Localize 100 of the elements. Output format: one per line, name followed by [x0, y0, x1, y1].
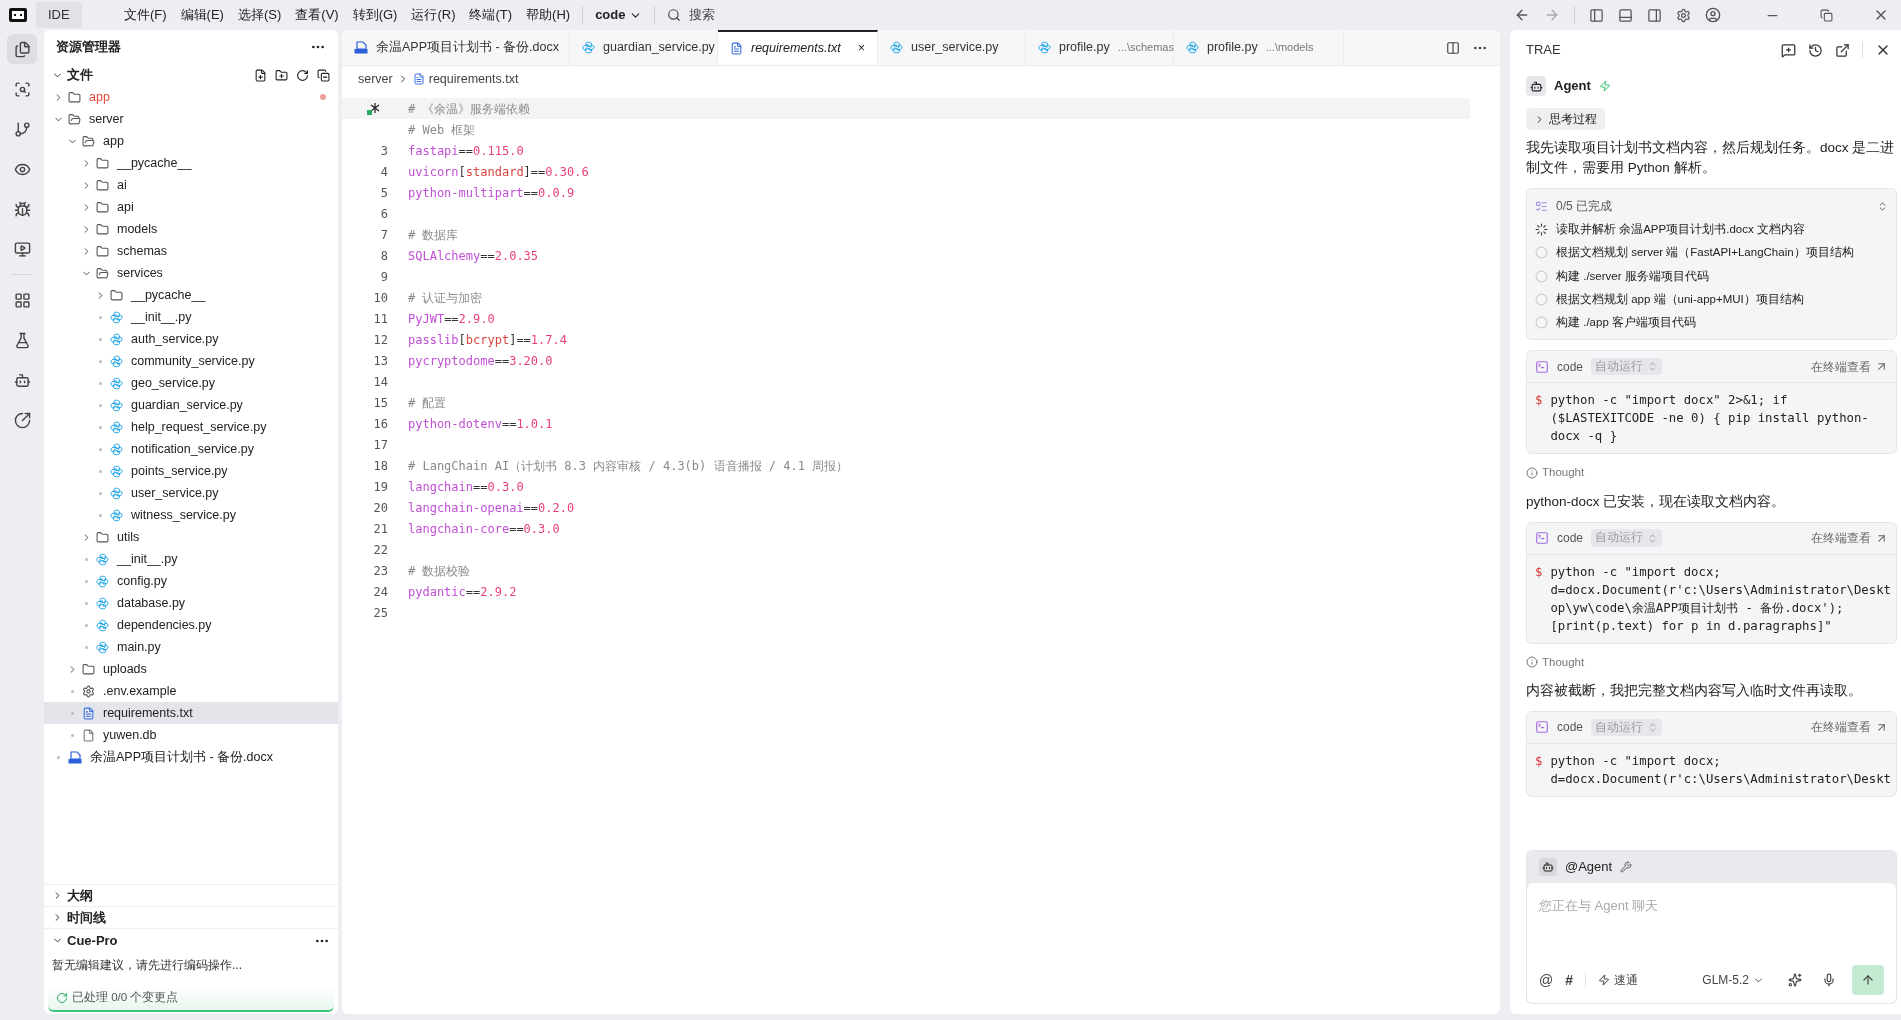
right-panel-icon[interactable]: [1647, 7, 1662, 23]
editor-tab[interactable]: profile.py ...\schemas: [1026, 30, 1174, 65]
file-tree-item[interactable]: __pycache__: [44, 284, 338, 306]
file-tree-item[interactable]: dependencies.py: [44, 614, 338, 636]
menu-item[interactable]: 选择(S): [237, 5, 282, 25]
python-file-icon: [110, 354, 123, 368]
app-label: IDE: [36, 2, 82, 28]
view-in-terminal-link[interactable]: 在终端查看: [1811, 529, 1888, 547]
collapse-all-icon[interactable]: [317, 68, 330, 82]
file-tree-item[interactable]: api: [44, 196, 338, 218]
tab-close-button[interactable]: ×: [857, 39, 865, 58]
file-tree-item[interactable]: models: [44, 218, 338, 240]
pop-out-icon[interactable]: [1835, 42, 1850, 58]
collapsible-panel-header[interactable]: 大纲: [44, 884, 338, 906]
tools-icon[interactable]: [1620, 861, 1633, 873]
file-tree-item[interactable]: services: [44, 262, 338, 284]
file-tree-item[interactable]: auth_service.py: [44, 328, 338, 350]
menu-item[interactable]: 终端(T): [469, 5, 513, 25]
left-panel-icon[interactable]: [1589, 7, 1604, 23]
line-number: 7: [379, 226, 388, 244]
file-name: config.py: [117, 572, 168, 590]
back-arrow-icon[interactable]: [1514, 7, 1530, 23]
file-tree-item[interactable]: geo_service.py: [44, 372, 338, 394]
file-tree-item[interactable]: app: [44, 86, 338, 108]
command-line: python -c "import docx;: [1550, 752, 1722, 770]
project-dropdown[interactable]: code: [595, 5, 643, 25]
sparkle-icon[interactable]: [1788, 973, 1802, 987]
menu-item[interactable]: 运行(R): [411, 5, 456, 25]
file-tree-item[interactable]: schemas: [44, 240, 338, 262]
file-tree-item[interactable]: uploads: [44, 658, 338, 680]
split-editor-icon[interactable]: [1446, 40, 1460, 55]
chat-input[interactable]: 您正在与 Agent 聊天: [1539, 895, 1884, 915]
code-line: pycryptodome==3.20.0: [408, 352, 553, 370]
file-tree-item[interactable]: guardian_service.py: [44, 394, 338, 416]
file-tree-item[interactable]: help_request_service.py: [44, 416, 338, 438]
lightning-icon: [1598, 80, 1611, 92]
file-tree-item[interactable]: database.py: [44, 592, 338, 614]
file-tree-item[interactable]: server: [44, 108, 338, 130]
send-button[interactable]: [1852, 965, 1884, 995]
file-tree-item[interactable]: __init__.py: [44, 306, 338, 328]
editor-tab[interactable]: user_service.py: [878, 30, 1026, 65]
file-tree-item[interactable]: notification_service.py: [44, 438, 338, 460]
account-icon[interactable]: [1705, 7, 1721, 23]
file-tree-item[interactable]: utils: [44, 526, 338, 548]
folder-icon: [110, 288, 123, 302]
bottom-panel-icon[interactable]: [1618, 7, 1633, 23]
breadcrumb-item[interactable]: requirements.txt: [428, 69, 519, 89]
new-file-icon[interactable]: [254, 68, 267, 82]
message-text: 我先读取项目计划书文档内容，然后规划任务。docx 是二进制文件，需要用 Python 解析。: [1526, 139, 1896, 177]
file-name: uploads: [103, 660, 147, 678]
tag-button[interactable]: #: [1565, 969, 1573, 991]
view-in-terminal-link[interactable]: 在终端查看: [1811, 357, 1888, 376]
menu-item[interactable]: 查看(V): [295, 5, 339, 25]
file-tree-item[interactable]: 余温APP项目计划书 - 备份.docx: [44, 746, 338, 768]
file-tree-item[interactable]: requirements.txt: [44, 702, 338, 724]
collapse-icon[interactable]: [1877, 200, 1888, 212]
file-tree-item[interactable]: main.py: [44, 636, 338, 658]
refresh-icon[interactable]: [296, 68, 309, 82]
file-icon: [82, 728, 95, 742]
model-dropdown[interactable]: GLM-5.2: [1702, 971, 1764, 989]
menu-item[interactable]: 帮助(H): [526, 5, 571, 25]
file-tree-item[interactable]: yuwen.db: [44, 724, 338, 746]
settings-icon[interactable]: [1676, 7, 1691, 23]
file-tree-item[interactable]: __pycache__: [44, 152, 338, 174]
line-number: 21: [372, 520, 388, 538]
file-tree-item[interactable]: ai: [44, 174, 338, 196]
new-folder-icon[interactable]: [275, 68, 288, 82]
collapsible-panel-header[interactable]: 时间线: [44, 906, 338, 928]
menu-item[interactable]: 文件(F): [124, 5, 167, 25]
thought-label: Thought: [1542, 654, 1585, 670]
editor-tab[interactable]: requirements.txt ×: [718, 30, 878, 65]
mention-button[interactable]: @: [1539, 969, 1554, 991]
editor-tab[interactable]: 余温APP项目计划书 - 备份.docx: [342, 30, 570, 65]
speed-mode-button[interactable]: 速通: [1598, 971, 1638, 989]
thinking-toggle[interactable]: 思考过程: [1526, 108, 1605, 130]
activity-bar-button[interactable]: [7, 34, 37, 64]
microphone-icon[interactable]: [1822, 973, 1836, 987]
file-name: api: [117, 198, 134, 216]
view-in-terminal-link[interactable]: 在终端查看: [1811, 718, 1888, 737]
editor-tab[interactable]: profile.py ...\models: [1174, 30, 1344, 65]
menu-item[interactable]: 转到(G): [352, 5, 398, 25]
python-file-icon: [110, 486, 123, 500]
breadcrumb-item[interactable]: server: [358, 69, 393, 89]
file-tree-item[interactable]: points_service.py: [44, 460, 338, 482]
menu-item[interactable]: 编辑(E): [180, 5, 224, 25]
folder-icon: [82, 134, 95, 148]
file-tree-item[interactable]: config.py: [44, 570, 338, 592]
file-tree-item[interactable]: .env.example: [44, 680, 338, 702]
search-button[interactable]: 搜索: [667, 5, 716, 25]
file-tree-item[interactable]: community_service.py: [44, 350, 338, 372]
thought-icon: [1526, 656, 1538, 669]
file-tree-item[interactable]: app: [44, 130, 338, 152]
python-file-icon: [110, 398, 123, 412]
history-icon[interactable]: [1808, 42, 1823, 58]
file-tree-item[interactable]: user_service.py: [44, 482, 338, 504]
code-line: fastapi==0.115.0: [408, 142, 524, 160]
new-chat-icon[interactable]: [1781, 42, 1796, 58]
file-tree-item[interactable]: __init__.py: [44, 548, 338, 570]
restore-icon[interactable]: [1820, 8, 1833, 22]
file-tree-item[interactable]: witness_service.py: [44, 504, 338, 526]
